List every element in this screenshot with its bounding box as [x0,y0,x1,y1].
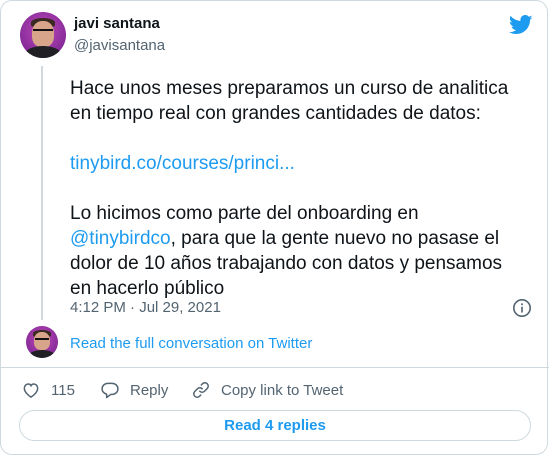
link-icon [193,382,209,398]
heart-icon [23,383,39,398]
author-avatar[interactable] [20,12,66,58]
like-count: 115 [51,381,75,399]
divider [1,367,549,368]
mention-link[interactable]: @tinybirdco [70,228,171,249]
read-replies-button[interactable]: Read 4 replies [19,410,531,441]
tweet-timestamp[interactable]: 4:12 PM · Jul 29, 2021 [70,298,221,318]
tweet-text-segment: Lo hicimos como parte del onboarding en [70,203,419,224]
info-icon[interactable] [512,298,532,318]
copy-link-label: Copy link to Tweet [221,381,344,399]
twitter-bird-icon[interactable] [509,15,533,35]
tweet-text: Hace unos meses preparamos un curso de a… [70,76,532,301]
reply-button[interactable]: Reply [100,378,168,402]
like-button[interactable]: 115 [21,378,75,402]
author-handle[interactable]: @javisantana [74,36,165,56]
conversation-avatar[interactable] [26,326,58,358]
action-bar: 115 Reply Copy link to Tweet [1,378,549,402]
tweet-paragraph-1: Hace unos meses preparamos un curso de a… [70,78,509,124]
copy-link-button[interactable]: Copy link to Tweet [191,378,343,402]
tweet-link[interactable]: tinybird.co/courses/princi... [70,153,295,174]
reply-label: Reply [130,381,169,399]
author-name[interactable]: javi santana [74,14,160,34]
tweet-paragraph-2: Lo hicimos como parte del onboarding en … [70,201,532,301]
read-full-conversation-link[interactable]: Read the full conversation on Twitter [70,334,312,354]
speech-bubble-icon [101,382,119,399]
tweet-embed-card: javi santana @javisantana Hace unos mese… [0,0,549,455]
thread-line [41,66,43,320]
